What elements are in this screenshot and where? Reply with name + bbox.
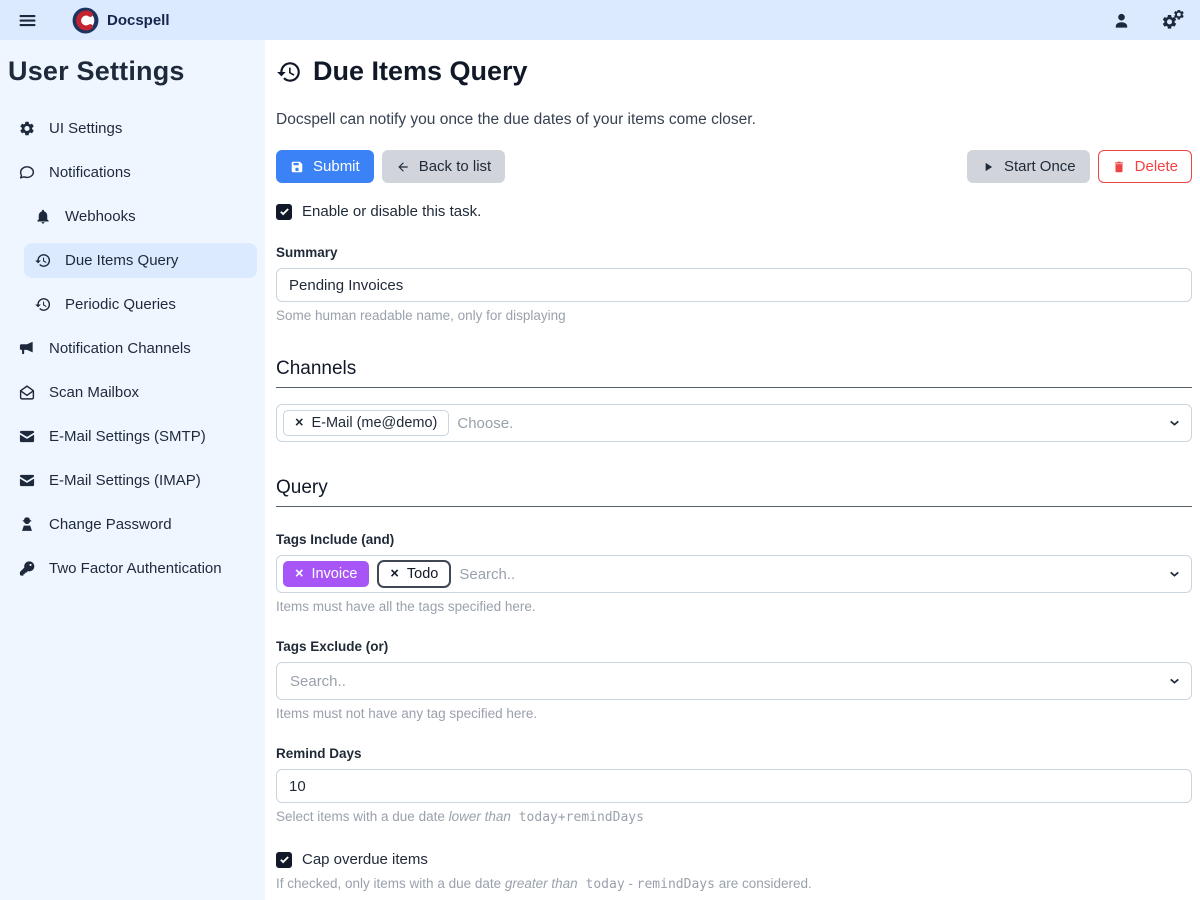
- enable-task-label: Enable or disable this task.: [302, 203, 481, 220]
- key-icon: [18, 560, 36, 577]
- docspell-logo-icon: [72, 7, 99, 34]
- sidebar-item-label: Webhooks: [65, 208, 136, 225]
- remove-chip-icon[interactable]: ×: [295, 567, 303, 582]
- chevron-down-icon: [1168, 417, 1181, 430]
- sidebar-item-label: E-Mail Settings (SMTP): [49, 428, 206, 445]
- sidebar-item-ui-settings[interactable]: UI Settings: [8, 111, 257, 146]
- sidebar-item-email-settings-smtp[interactable]: E-Mail Settings (SMTP): [8, 419, 257, 454]
- envelope-icon: [18, 428, 36, 445]
- envelope-open-icon: [18, 384, 36, 401]
- tags-include-label: Tags Include (and): [276, 532, 1192, 547]
- history-icon: [34, 252, 52, 269]
- chevron-down-icon: [1168, 568, 1181, 581]
- sidebar-item-two-factor-auth[interactable]: Two Factor Authentication: [8, 551, 257, 586]
- sidebar-item-periodic-queries[interactable]: Periodic Queries: [24, 287, 257, 322]
- history-icon: [276, 59, 302, 85]
- remove-chip-icon[interactable]: ×: [295, 416, 303, 431]
- megaphone-icon: [18, 340, 36, 357]
- sidebar-item-label: Periodic Queries: [65, 296, 176, 313]
- history-icon: [34, 296, 52, 313]
- arrow-left-icon: [396, 160, 410, 174]
- remind-days-input[interactable]: [276, 769, 1192, 803]
- trash-icon: [1112, 160, 1126, 174]
- page-description: Docspell can notify you once the due dat…: [276, 111, 1192, 129]
- cap-overdue-checkbox[interactable]: Cap overdue items: [276, 851, 1192, 868]
- summary-label: Summary: [276, 245, 1192, 260]
- save-icon: [290, 160, 304, 174]
- sidebar-item-label: Two Factor Authentication: [49, 560, 222, 577]
- toolbar: Submit Back to list Start Once Delete: [276, 150, 1192, 183]
- sidebar-item-label: E-Mail Settings (IMAP): [49, 472, 201, 489]
- summary-input[interactable]: [276, 268, 1192, 302]
- remind-days-label: Remind Days: [276, 746, 1192, 761]
- brand-name: Docspell: [107, 12, 170, 29]
- comment-icon: [18, 164, 36, 181]
- tags-exclude-select[interactable]: [276, 662, 1192, 700]
- tags-exclude-label: Tags Exclude (or): [276, 639, 1192, 654]
- start-once-button[interactable]: Start Once: [967, 150, 1090, 183]
- tags-include-select[interactable]: × Invoice × Todo: [276, 555, 1192, 593]
- sidebar-title: User Settings: [8, 56, 257, 87]
- chevron-down-icon: [1168, 675, 1181, 688]
- remind-days-hint: Select items with a due date lower than …: [276, 809, 1192, 825]
- back-to-list-button[interactable]: Back to list: [382, 150, 506, 183]
- settings-sidebar: User Settings UI Settings Notifications …: [0, 40, 265, 900]
- brand-home-link[interactable]: Docspell: [72, 7, 170, 34]
- remove-chip-icon[interactable]: ×: [390, 567, 398, 582]
- sidebar-item-label: Change Password: [49, 516, 172, 533]
- checkbox-checked-icon: [276, 852, 292, 868]
- submit-button[interactable]: Submit: [276, 150, 374, 183]
- hamburger-menu-icon[interactable]: [14, 7, 40, 33]
- sidebar-item-email-settings-imap[interactable]: E-Mail Settings (IMAP): [8, 463, 257, 498]
- sidebar-item-label: Notifications: [49, 164, 131, 181]
- enable-task-checkbox[interactable]: Enable or disable this task.: [276, 203, 1192, 220]
- sidebar-item-notification-channels[interactable]: Notification Channels: [8, 331, 257, 366]
- gear-icon: [18, 120, 36, 137]
- sidebar-item-due-items-query[interactable]: Due Items Query: [24, 243, 257, 278]
- checkbox-checked-icon: [276, 204, 292, 220]
- sidebar-item-label: UI Settings: [49, 120, 122, 137]
- main-content: Due Items Query Docspell can notify you …: [265, 40, 1200, 900]
- sidebar-item-webhooks[interactable]: Webhooks: [24, 199, 257, 234]
- tag-chip-todo: × Todo: [377, 560, 451, 588]
- channel-chip: × E-Mail (me@demo): [283, 410, 449, 436]
- tag-chip-invoice: × Invoice: [283, 561, 369, 587]
- cap-overdue-hint: If checked, only items with a due date g…: [276, 876, 1192, 892]
- settings-cogs-icon[interactable]: [1160, 8, 1186, 32]
- page-title-text: Due Items Query: [313, 56, 528, 87]
- user-account-icon[interactable]: [1108, 8, 1134, 32]
- channels-section-header: Channels: [276, 358, 1192, 388]
- tags-exclude-search-input[interactable]: [283, 673, 1157, 690]
- tags-include-hint: Items must have all the tags specified h…: [276, 599, 1192, 614]
- top-navbar: Docspell: [0, 0, 1200, 40]
- play-icon: [981, 160, 995, 174]
- delete-button[interactable]: Delete: [1098, 150, 1192, 183]
- channels-search-input[interactable]: [457, 415, 1157, 432]
- sidebar-item-label: Notification Channels: [49, 340, 191, 357]
- bell-icon: [34, 208, 52, 225]
- tags-include-search-input[interactable]: [459, 566, 1157, 583]
- user-secret-icon: [18, 516, 36, 533]
- page-title: Due Items Query: [276, 56, 1192, 87]
- sidebar-item-notifications[interactable]: Notifications: [8, 155, 257, 190]
- envelope-icon: [18, 472, 36, 489]
- summary-hint: Some human readable name, only for displ…: [276, 308, 1192, 323]
- sidebar-item-scan-mailbox[interactable]: Scan Mailbox: [8, 375, 257, 410]
- channels-select[interactable]: × E-Mail (me@demo): [276, 404, 1192, 442]
- sidebar-item-label: Due Items Query: [65, 252, 178, 269]
- sidebar-item-change-password[interactable]: Change Password: [8, 507, 257, 542]
- tags-exclude-hint: Items must not have any tag specified he…: [276, 706, 1192, 721]
- query-section-header: Query: [276, 477, 1192, 507]
- sidebar-item-label: Scan Mailbox: [49, 384, 139, 401]
- cap-overdue-label: Cap overdue items: [302, 851, 428, 868]
